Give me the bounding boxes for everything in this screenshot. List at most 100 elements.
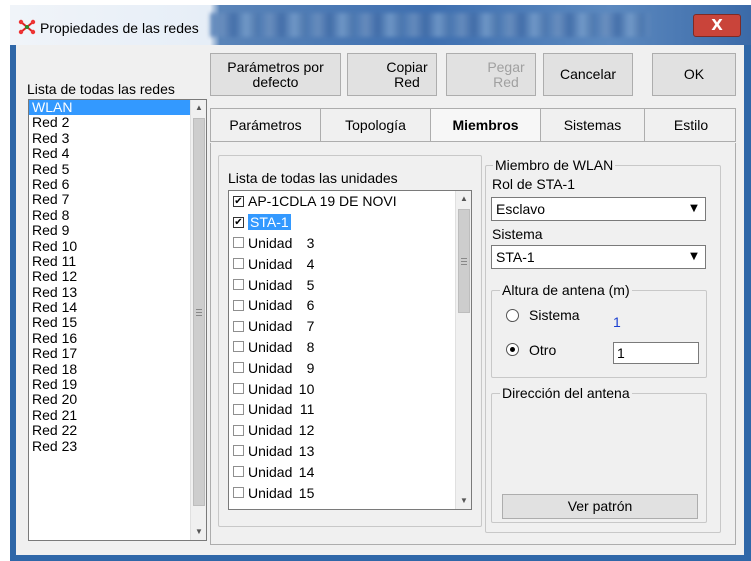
unit-label: Unidad — [248, 276, 293, 293]
system-height-radio[interactable] — [506, 309, 519, 322]
ok-button[interactable]: OK — [652, 53, 736, 96]
units-list-scrollbar[interactable]: ▲ ▼ — [455, 191, 471, 509]
checkbox-icon[interactable] — [233, 445, 244, 457]
tab-sistemas[interactable]: Sistemas — [541, 109, 645, 141]
unit-list-item[interactable]: Unidad 11 — [229, 399, 455, 420]
unit-list-item[interactable]: Unidad 13 — [229, 441, 455, 462]
network-list-item[interactable]: Red 15 — [29, 315, 191, 331]
networks-list-label: Lista de todas las redes — [27, 81, 175, 97]
window-title: Propiedades de las redes — [40, 20, 199, 36]
network-list-item[interactable]: Red 13 — [29, 284, 191, 300]
network-list-item[interactable]: Red 12 — [29, 268, 191, 284]
unit-list-item[interactable]: Unidad 7 — [229, 316, 455, 337]
networks-list-scrollbar[interactable]: ▲ ▼ — [190, 100, 206, 540]
unit-list-item[interactable]: Unidad 5 — [229, 274, 455, 295]
copy-network-label-1: Copiar — [386, 58, 428, 75]
role-select[interactable]: Esclavo ▼ — [491, 197, 706, 221]
unit-list-item[interactable]: Unidad 8 — [229, 337, 455, 358]
antenna-height-caption: Altura de antena (m) — [500, 282, 632, 298]
network-list-item[interactable]: Red 16 — [29, 330, 191, 346]
scroll-up-arrow-icon[interactable]: ▲ — [191, 100, 206, 116]
network-list-item[interactable]: Red 2 — [29, 114, 191, 130]
units-scroll-down-arrow-icon[interactable]: ▼ — [456, 493, 471, 509]
unit-label: Unidad — [248, 422, 293, 439]
paste-network-button[interactable]: Pegar Red — [446, 53, 536, 96]
network-list-item[interactable]: Red 14 — [29, 299, 191, 315]
network-list-item[interactable]: Red 4 — [29, 145, 191, 161]
checkbox-icon[interactable] — [233, 383, 244, 395]
network-list-item[interactable]: Red 6 — [29, 176, 191, 192]
default-parameters-button[interactable]: Parámetros por defecto — [210, 53, 341, 96]
tab-topologia[interactable]: Topología — [321, 109, 431, 141]
title-bar[interactable]: Propiedades de las redes X — [10, 5, 751, 45]
unit-number: 11 — [299, 401, 315, 418]
network-list-item[interactable]: Red 11 — [29, 253, 191, 269]
default-parameters-label-1: Parámetros por — [227, 58, 324, 75]
unit-number: 6 — [306, 297, 315, 314]
role-label: Rol de STA-1 — [492, 176, 575, 192]
checkbox-checked-icon[interactable]: ✔ — [233, 195, 244, 207]
other-height-radio[interactable] — [506, 343, 519, 356]
units-scroll-thumb[interactable] — [458, 209, 470, 313]
other-height-input[interactable]: 1 — [613, 342, 699, 364]
unit-list-item[interactable]: Unidad 9 — [229, 357, 455, 378]
unit-label: STA-1 — [248, 214, 291, 231]
wlan-member-caption: Miembro de WLAN — [493, 157, 616, 173]
network-list-item[interactable]: Red 8 — [29, 207, 191, 223]
unit-list-item[interactable]: Unidad 4 — [229, 253, 455, 274]
unit-number: 15 — [298, 484, 315, 501]
system-select[interactable]: STA-1 ▼ — [491, 245, 706, 269]
network-list-item[interactable]: Red 10 — [29, 238, 191, 254]
checkbox-icon[interactable] — [233, 466, 244, 478]
unit-label: Unidad — [248, 338, 293, 355]
scroll-down-arrow-icon[interactable]: ▼ — [191, 524, 206, 540]
network-list-item[interactable]: Red 21 — [29, 407, 191, 423]
network-list-item[interactable]: Red 17 — [29, 345, 191, 361]
network-list-item[interactable]: Red 7 — [29, 191, 191, 207]
view-pattern-button[interactable]: Ver patrón — [502, 494, 698, 519]
checkbox-icon[interactable] — [233, 403, 244, 415]
unit-list-item[interactable]: ✔ STA-1 — [229, 212, 455, 233]
unit-list-item[interactable]: Unidad 6 — [229, 295, 455, 316]
system-select-value: STA-1 — [496, 249, 535, 265]
network-list-item[interactable]: Red 9 — [29, 222, 191, 238]
tab-parametros[interactable]: Parámetros — [211, 109, 321, 141]
checkbox-icon[interactable] — [233, 279, 244, 291]
checkbox-icon[interactable] — [233, 424, 244, 436]
unit-list-item[interactable]: Unidad 10 — [229, 378, 455, 399]
tab-miembros[interactable]: Miembros — [431, 109, 541, 141]
checkbox-checked-icon[interactable]: ✔ — [233, 216, 244, 228]
network-list-item[interactable]: Red 22 — [29, 422, 191, 438]
checkbox-icon[interactable] — [233, 362, 244, 374]
checkbox-icon[interactable] — [233, 237, 244, 249]
checkbox-icon[interactable] — [233, 320, 244, 332]
tab-estilo[interactable]: Estilo — [645, 109, 737, 141]
copy-network-button[interactable]: Copiar Red — [347, 53, 437, 96]
system-height-value: 1 — [613, 314, 621, 330]
network-list-item[interactable]: Red 3 — [29, 130, 191, 146]
cancel-button[interactable]: Cancelar — [543, 53, 633, 96]
checkbox-icon[interactable] — [233, 487, 244, 499]
units-scroll-up-arrow-icon[interactable]: ▲ — [456, 191, 471, 207]
network-list-item[interactable]: Red 5 — [29, 161, 191, 177]
scroll-thumb[interactable] — [193, 118, 205, 506]
network-list-item[interactable]: Red 20 — [29, 392, 191, 408]
unit-label: AP-1CDLA 19 DE NOVI — [248, 193, 397, 210]
unit-list-item[interactable]: Unidad 15 — [229, 482, 455, 503]
checkbox-icon[interactable] — [233, 341, 244, 353]
network-list-item[interactable]: Red 19 — [29, 376, 191, 392]
close-button[interactable]: X — [693, 14, 741, 37]
unit-list-item[interactable]: Unidad 14 — [229, 461, 455, 482]
network-list-item[interactable]: Red 18 — [29, 361, 191, 377]
checkbox-icon[interactable] — [233, 258, 244, 270]
unit-list-item[interactable]: Unidad 12 — [229, 420, 455, 441]
unit-list-item[interactable]: Unidad 3 — [229, 233, 455, 254]
network-list-item[interactable]: WLAN — [29, 100, 191, 116]
checkbox-icon[interactable] — [233, 299, 244, 311]
unit-number: 9 — [306, 359, 315, 376]
network-list-item[interactable]: Red 23 — [29, 438, 191, 454]
units-list[interactable]: ✔ AP-1CDLA 19 DE NOVI ✔ STA-1 Unidad 3 Unidad 4… — [228, 190, 472, 510]
unit-number: 10 — [298, 380, 315, 397]
networks-list[interactable]: WLAN Red 2 Red 3 Red 4 Red 5 Red 6 Red 7 Red 8R… — [28, 99, 207, 541]
unit-list-item[interactable]: ✔ AP-1CDLA 19 DE NOVI — [229, 191, 455, 212]
